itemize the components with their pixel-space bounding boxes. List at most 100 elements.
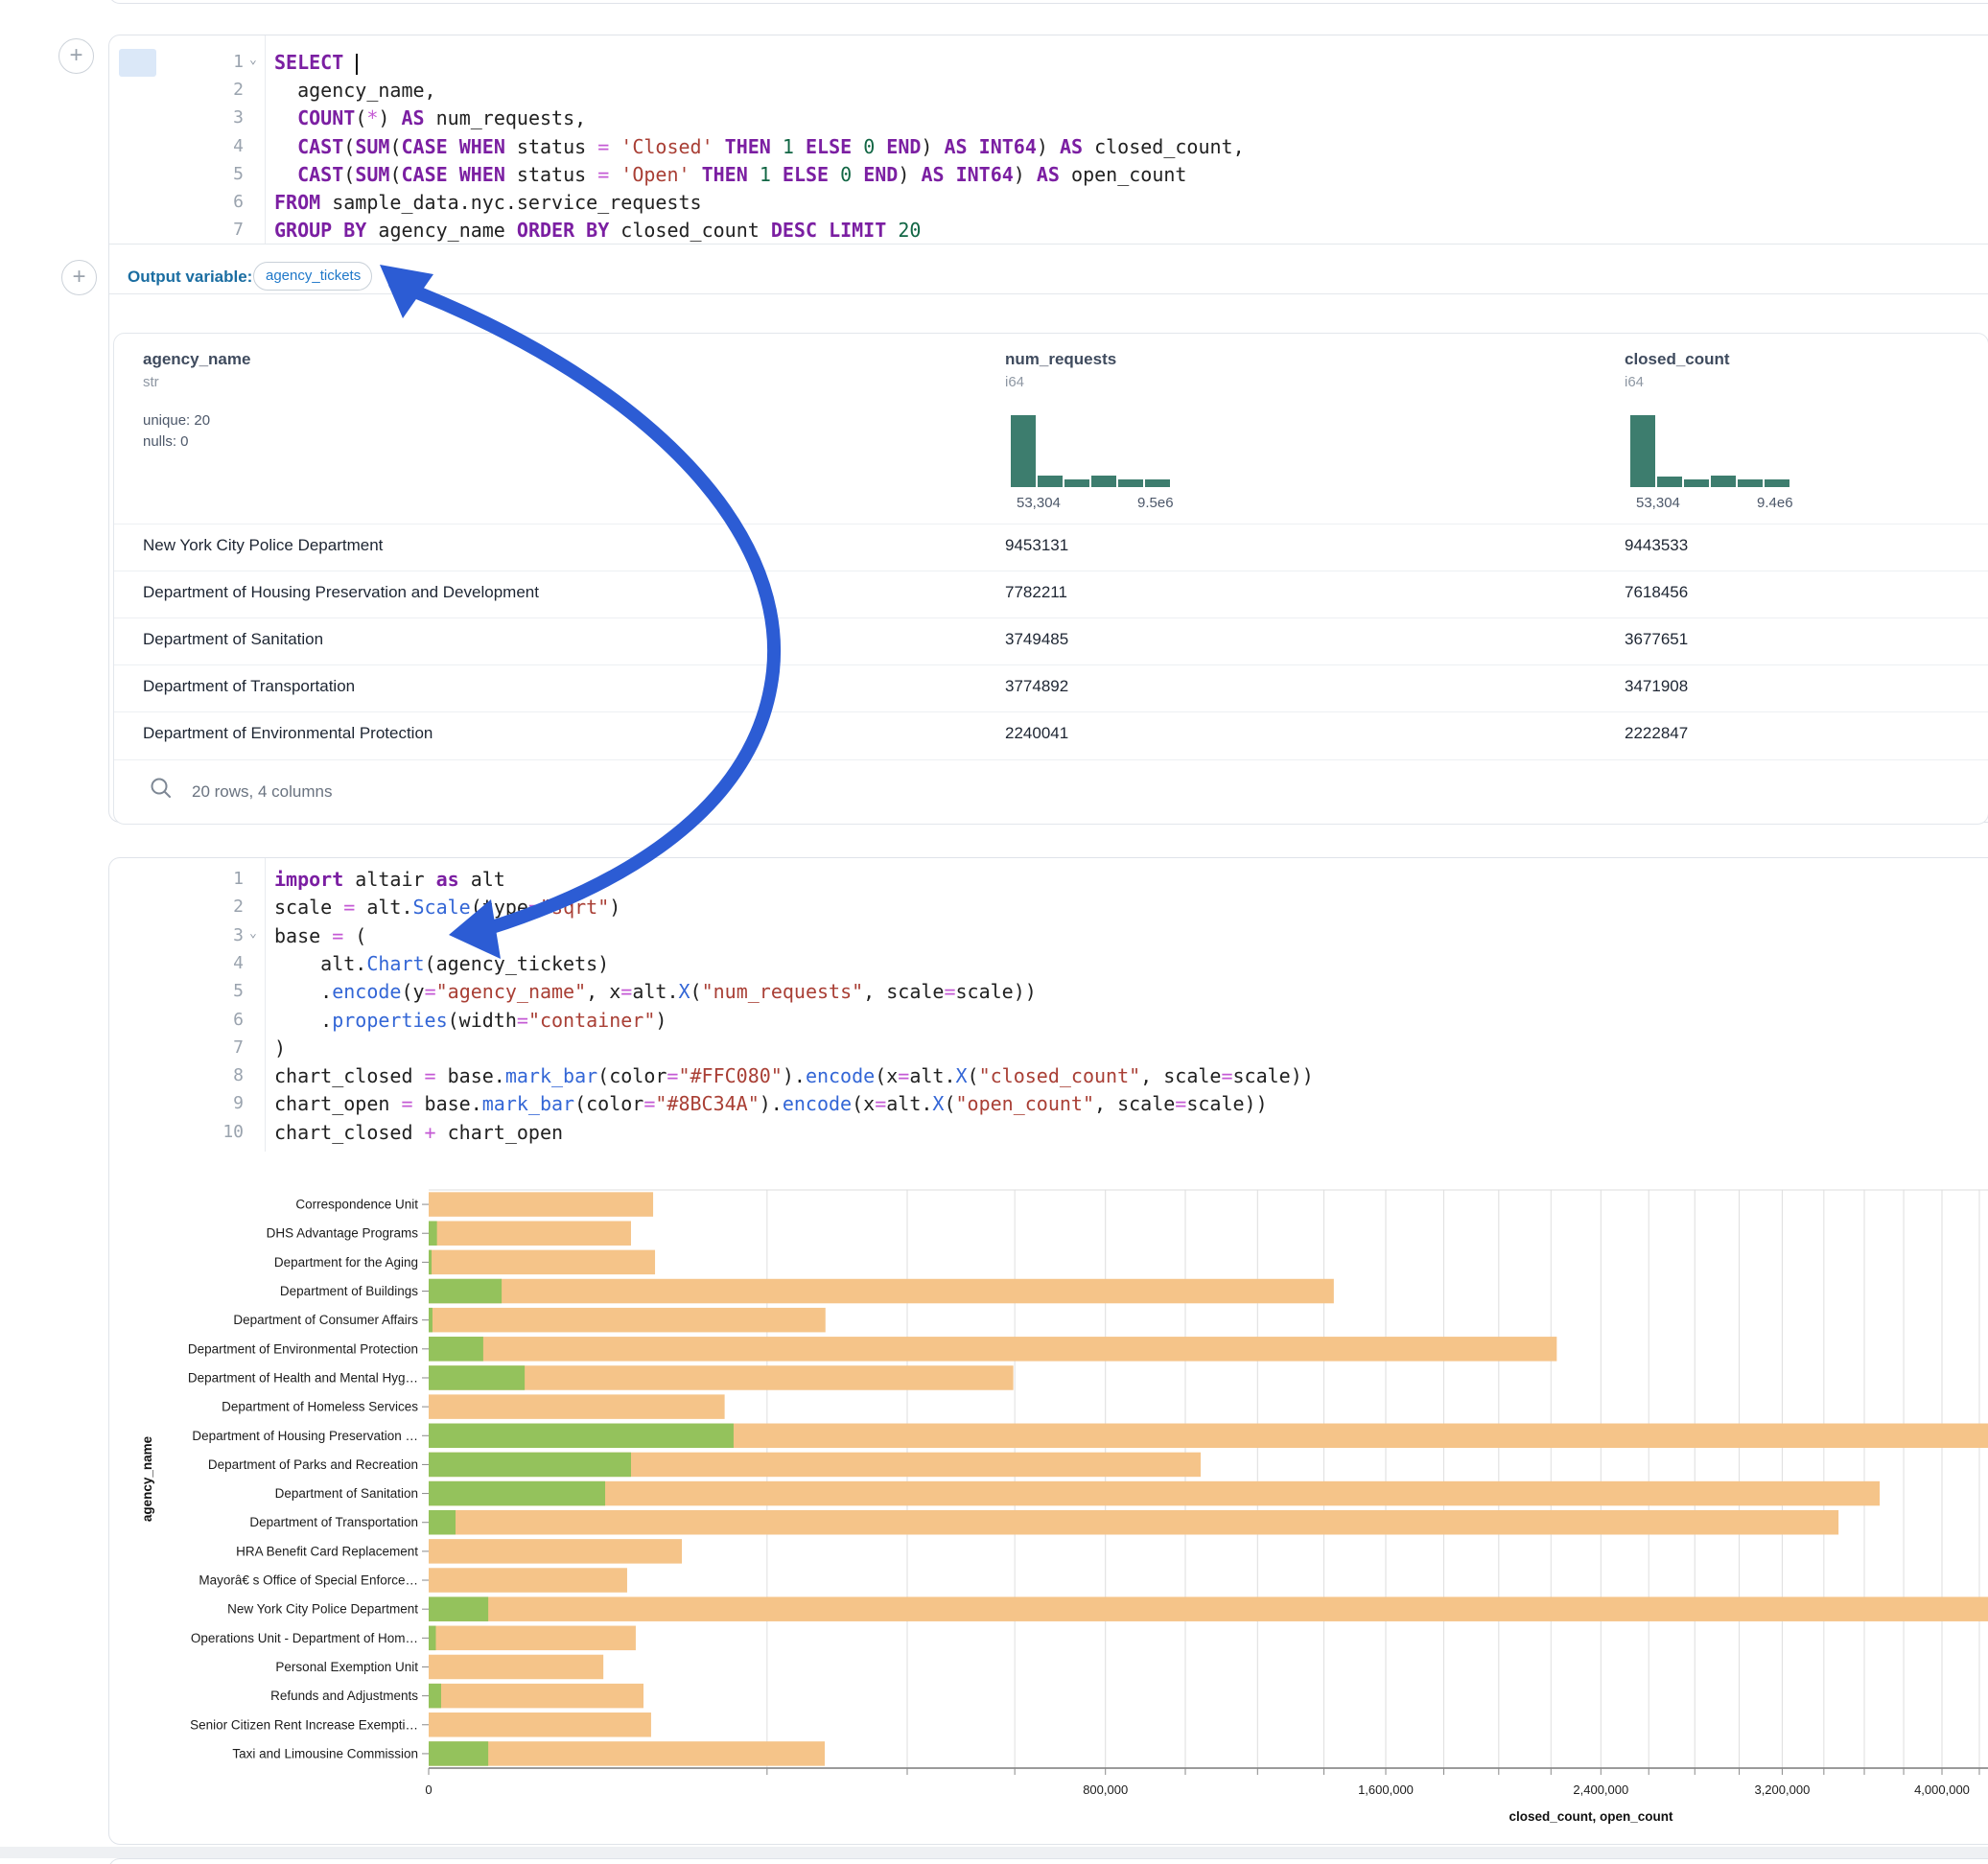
bar-closed [429,1568,627,1593]
x-axis-tick-label: 800,000 [1083,1782,1128,1797]
python-cell[interactable]: 1import altair as alt2scale = alt.Scale(… [108,857,1988,1845]
x-axis-tick-label: 1,600,000 [1358,1782,1414,1797]
table-row[interactable]: New York City Police Department945313194… [114,524,1988,571]
column-type: i64 [1625,374,1644,390]
output-variable-pill[interactable]: agency_tickets [253,262,372,291]
bar-open [429,1337,483,1362]
code-line[interactable]: 10chart_closed + chart_open [109,1119,1988,1146]
bar-open [429,1453,631,1478]
y-axis-label: Department of Housing Preservation … [192,1429,418,1443]
y-axis-label: Department of Consumer Affairs [233,1313,418,1327]
y-axis-label: Personal Exemption Unit [275,1660,418,1674]
code-line[interactable]: 2scale = alt.Scale(type="sqrt") [109,894,1988,920]
y-axis-label: DHS Advantage Programs [267,1226,419,1241]
y-axis-label: Department for the Aging [274,1255,418,1270]
y-axis-title: agency_name [140,1435,154,1522]
bar-open [429,1365,525,1390]
bar-closed [429,1539,682,1564]
bar-closed [429,1221,631,1246]
altair-bar-chart: Correspondence UnitDHS Advantage Program… [109,1166,1988,1837]
column-header[interactable]: agency_name [143,350,250,369]
table-footer[interactable]: 20 rows, 4 columns [114,759,1988,825]
bar-closed [429,1337,1556,1362]
x-axis-title: closed_count, open_count [1509,1809,1673,1824]
code-line[interactable]: 6 .properties(width="container") [109,1007,1988,1034]
y-axis-label: New York City Police Department [227,1602,418,1617]
y-axis-label: Department of Buildings [280,1284,418,1298]
column-header[interactable]: num_requests [1005,350,1116,369]
bar-open [429,1684,441,1709]
code-line[interactable]: 1import altair as alt [109,866,1988,893]
bar-closed [429,1192,653,1217]
bar-closed [429,1655,603,1680]
bar-closed [429,1481,1880,1506]
x-axis-tick-label: 4,000,000 [1914,1782,1970,1797]
previous-cell-stub [108,0,1988,4]
page-background-band [0,1847,1988,1858]
bar-open [429,1596,488,1621]
code-line[interactable]: 9chart_open = base.mark_bar(color="#8BC3… [109,1090,1988,1117]
output-variable-label: Output variable: [128,268,252,287]
bar-closed [429,1308,826,1333]
dataframe-preview[interactable]: agency_namestrunique: 20nulls: 0num_requ… [113,333,1988,825]
column-histogram [1011,415,1174,487]
search-icon[interactable] [149,776,174,801]
y-axis-label: Department of Health and Mental Hyg… [188,1370,418,1385]
add-cell-button[interactable]: + [58,38,94,74]
column-type: i64 [1005,374,1024,390]
bar-open [429,1221,437,1246]
column-header[interactable]: closed_count [1625,350,1730,369]
fold-chevron-icon[interactable]: ⌄ [249,920,267,947]
bar-open [429,1481,605,1506]
column-stat: nulls: 0 [143,433,189,450]
y-axis-label: Department of Homeless Services [222,1400,418,1414]
code-line[interactable]: 3⌄base = ( [109,922,1988,949]
bar-closed [429,1250,655,1275]
divider [109,244,1988,245]
y-axis-label: Department of Transportation [249,1515,418,1529]
bar-closed [429,1596,1988,1621]
bar-open [429,1510,456,1535]
bar-closed [429,1626,636,1651]
table-row[interactable]: Department of Sanitation37494853677651 [114,617,1988,664]
fold-chevron-icon[interactable]: ⌄ [249,47,267,74]
divider [109,293,1988,294]
code-line[interactable]: 3 COUNT(*) AS num_requests, [109,105,1988,131]
x-axis-tick-label: 2,400,000 [1573,1782,1628,1797]
bar-closed [429,1279,1334,1304]
code-line[interactable]: 6FROM sample_data.nyc.service_requests [109,189,1988,216]
table-row-count: 20 rows, 4 columns [192,782,332,802]
code-line[interactable]: 1⌄SELECT [109,49,1988,76]
bar-open [429,1741,488,1766]
bar-closed [429,1394,725,1419]
y-axis-label: Refunds and Adjustments [270,1689,418,1703]
y-axis-label: Department of Environmental Protection [188,1341,418,1356]
bar-open [429,1424,734,1449]
bar-open [429,1279,502,1304]
bar-closed [429,1713,651,1737]
y-axis-label: Mayorâ€ s Office of Special Enforce… [199,1573,418,1588]
bar-open [429,1308,433,1333]
code-line[interactable]: 8chart_closed = base.mark_bar(color="#FF… [109,1062,1988,1089]
y-axis-label: Department of Parks and Recreation [208,1457,418,1472]
code-line[interactable]: 5 CAST(SUM(CASE WHEN status = 'Open' THE… [109,161,1988,188]
column-type: str [143,374,159,390]
table-row[interactable]: Department of Transportation377489234719… [114,664,1988,711]
add-cell-button[interactable]: + [61,260,97,295]
code-line[interactable]: 4 alt.Chart(agency_tickets) [109,950,1988,977]
table-row[interactable]: Department of Housing Preservation and D… [114,571,1988,617]
y-axis-label: HRA Benefit Card Replacement [236,1544,418,1558]
code-line[interactable]: 5 .encode(y="agency_name", x=alt.X("num_… [109,978,1988,1005]
code-line[interactable]: 2 agency_name, [109,77,1988,104]
code-line[interactable]: 7) [109,1035,1988,1061]
bar-closed [429,1510,1838,1535]
y-axis-label: Taxi and Limousine Commission [232,1746,418,1760]
histogram-min-label: 53,304 [1017,495,1061,511]
sql-cell[interactable]: 1⌄SELECT 2 agency_name,3 COUNT(*) AS num… [108,35,1988,823]
code-line[interactable]: 7GROUP BY agency_name ORDER BY closed_co… [109,217,1988,244]
text-cursor [356,54,358,75]
table-row[interactable]: Department of Environmental Protection22… [114,711,1988,758]
column-histogram [1630,415,1793,487]
code-line[interactable]: 4 CAST(SUM(CASE WHEN status = 'Closed' T… [109,133,1988,160]
y-axis-label: Senior Citizen Rent Increase Exempti… [190,1717,418,1732]
